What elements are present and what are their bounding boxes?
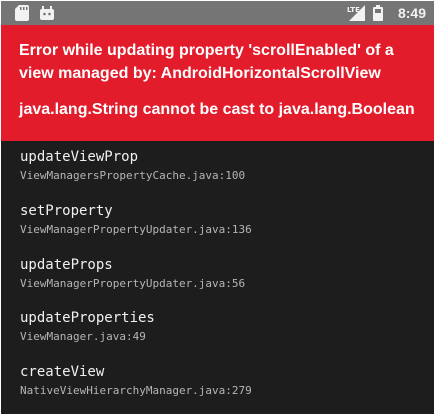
frame-location: ViewManagerPropertyUpdater.java:136 [20,223,252,236]
frame-location: ViewManagerPropertyUpdater.java:56 [20,277,246,290]
error-title-line-2: view managed by: AndroidHorizontalScroll… [19,65,381,82]
redbox-error-screen: LTE 8:49 Error while updating property '… [1,1,434,414]
frame-method: createView [20,364,105,380]
android-debug-icon [39,5,55,21]
stack-frame[interactable]: updateProperties ViewManager.java:49 [20,309,155,344]
frame-method: setProperty [20,203,113,219]
svg-text:LTE: LTE [347,6,360,14]
stack-frame[interactable]: createView NativeViewHierarchyManager.ja… [20,363,252,398]
error-title-line-1: Error while updating property 'scrollEna… [19,42,394,59]
error-message: java.lang.String cannot be cast to java.… [19,101,415,118]
frame-method: updateProperties [20,310,155,326]
frame-method: updateViewProp [20,149,139,165]
stack-frame[interactable]: updateProps ViewManagerPropertyUpdater.j… [20,256,245,291]
battery-icon [373,5,383,21]
sd-card-icon [15,5,29,21]
stack-frame[interactable]: setProperty ViewManagerPropertyUpdater.j… [20,202,252,237]
frame-location: ViewManagersPropertyCache.java:100 [20,169,246,182]
status-bar-time: 8:49 [397,5,426,21]
signal-icon: LTE [347,5,365,21]
frame-location: ViewManager.java:49 [20,330,146,343]
stack-frame[interactable]: updateViewProp ViewManagersPropertyCache… [20,148,245,183]
error-banner: Error while updating property 'scrollEna… [1,25,434,141]
frame-location: NativeViewHierarchyManager.java:279 [20,384,252,397]
status-bar: LTE 8:49 [1,1,434,25]
frame-method: updateProps [20,257,113,273]
